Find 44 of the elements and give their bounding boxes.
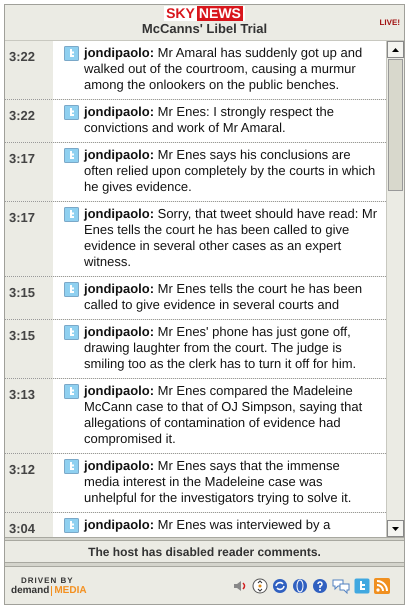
scroll-up-button[interactable] [387,41,404,58]
help-icon[interactable] [312,578,328,594]
bird-logo-icon [64,459,79,474]
bird-logo-icon [64,105,79,120]
scroll-down-button[interactable] [387,520,404,537]
post-time: 3:17 [9,151,36,166]
page-title: McCanns' Libel Trial [142,21,268,37]
refresh-icon[interactable] [272,578,288,594]
message-text: jondipaolo: Mr Enes says his conclusions are often relied upon completely by the courts in which he gives evidence. [84,147,376,195]
post-time: 3:12 [9,462,36,477]
message-text: jondipaolo: Mr Enes tells the court he has been called to give evidence in several courts and [84,281,364,313]
scroll-thumb[interactable] [388,59,403,191]
post-time: 3:22 [9,108,36,123]
post-time: 3:22 [9,49,36,64]
message-text: jondipaolo: Mr Enes was interviewed by a [84,517,330,534]
bird-logo-icon[interactable] [354,578,370,594]
brand-logo: DRIVEN BY demand MEDIA [11,576,87,596]
message-text: jondipaolo: Mr Amaral has suddenly got up and walked out of the courtroom, causing a murmur among the onlookers on the public benches. [84,45,364,93]
notice-text: The host has disabled reader comments. [88,544,321,560]
scrollbar[interactable] [387,41,404,537]
message-text: jondipaolo: Sorry, that tweet should have read: Mr Enes tells the court he has been called to give evidence in several other cases as an expert witness. [84,206,378,270]
down-arrow-icon [392,526,399,530]
message-text: jondipaolo: Mr Enes: I strongly respect the convictions and work of Mr Amaral. [84,104,335,136]
message-text: jondipaolo: Mr Enes compared the Madeleine McCann case to that of OJ Simpson, saying that allegations of contamination of evidence had compromised it. [84,383,364,447]
speaker-icon[interactable] [234,580,248,592]
live-label: LIVE! [380,17,400,29]
message-text: jondipaolo: Mr Enes says that the immense media interest in the Madeleine case was unhelpful for the investigators trying to solve it. [84,458,352,506]
post-time: 3:17 [9,210,36,225]
bird-logo-icon [64,207,79,222]
message-text: jondipaolo: Mr Enes' phone has just gone off, drawing laughter from the court. The judge is smiling too as the clerk has to turn it off for him. [84,324,358,372]
bird-logo-icon [64,384,79,399]
up-arrow-icon [392,48,399,52]
chat-icon[interactable] [332,578,350,594]
post-time: 3:15 [9,285,36,300]
post-time: 3:15 [9,328,36,343]
news-logo: SKY NEWS [164,6,245,21]
bird-logo-icon [64,325,79,340]
bird-logo-icon [64,282,79,297]
scroll-icon[interactable] [252,578,268,594]
post-time: 3:13 [9,387,36,402]
post-time: 3:04 [9,521,36,536]
bird-logo-icon [64,148,79,163]
bird-logo-icon [64,518,79,533]
bird-logo-icon [64,46,79,61]
